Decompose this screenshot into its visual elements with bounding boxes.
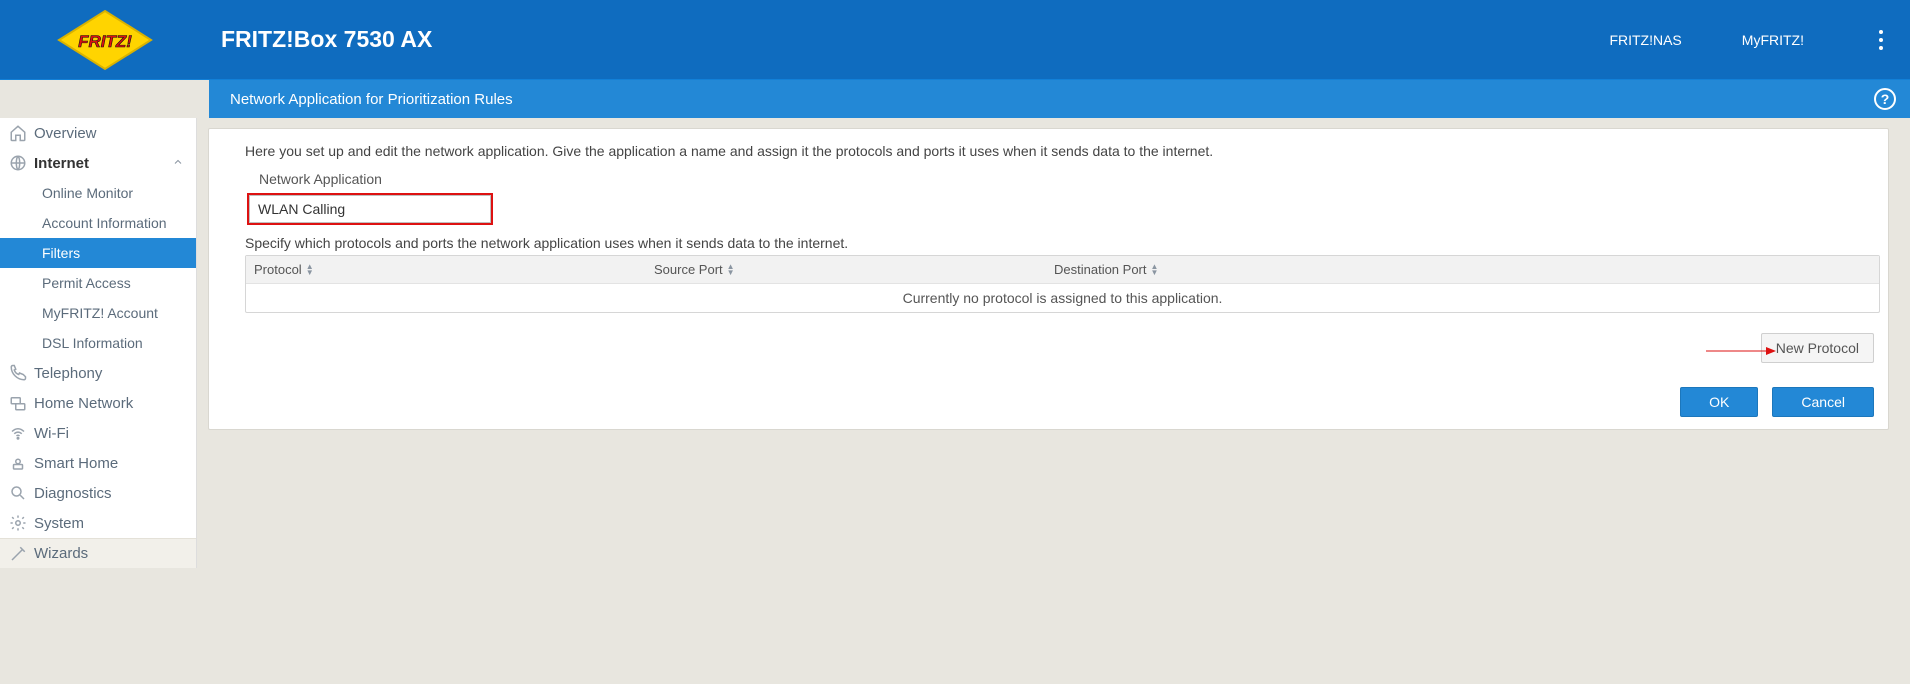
sidebar: Overview Internet Online Monitor Account… bbox=[0, 118, 197, 568]
sidebar-item-internet[interactable]: Internet bbox=[0, 148, 196, 178]
sidebar-item-label: MyFRITZ! Account bbox=[42, 305, 158, 321]
sidebar-item-telephony[interactable]: Telephony bbox=[0, 358, 196, 388]
chevron-up-icon bbox=[172, 155, 184, 172]
sidebar-item-label: Smart Home bbox=[34, 455, 118, 472]
top-nav: FRITZ!NAS MyFRITZ! bbox=[1609, 23, 1910, 57]
sidebar-item-myfritz-account[interactable]: MyFRITZ! Account bbox=[0, 298, 196, 328]
content-pane: Here you set up and edit the network app… bbox=[208, 128, 1889, 430]
smart-home-icon bbox=[8, 453, 28, 473]
sidebar-item-dsl-information[interactable]: DSL Information bbox=[0, 328, 196, 358]
intro-text: Here you set up and edit the network app… bbox=[245, 143, 1874, 159]
col-source-port[interactable]: Source Port ▲▼ bbox=[646, 262, 1046, 277]
sidebar-item-diagnostics[interactable]: Diagnostics bbox=[0, 478, 196, 508]
sidebar-item-label: Online Monitor bbox=[42, 185, 133, 201]
sidebar-item-wifi[interactable]: Wi-Fi bbox=[0, 418, 196, 448]
sidebar-item-label: Internet bbox=[34, 155, 89, 172]
sort-icon: ▲▼ bbox=[1151, 264, 1159, 276]
ok-button[interactable]: OK bbox=[1680, 387, 1758, 417]
sidebar-item-label: Filters bbox=[42, 245, 80, 261]
sidebar-item-system[interactable]: System bbox=[0, 508, 196, 538]
sidebar-item-label: DSL Information bbox=[42, 335, 143, 351]
sidebar-item-label: Diagnostics bbox=[34, 485, 112, 502]
network-application-label: Network Application bbox=[259, 171, 1874, 187]
fritz-logo-icon: FRITZ! bbox=[55, 9, 155, 71]
sidebar-item-label: Permit Access bbox=[42, 275, 131, 291]
network-application-input[interactable] bbox=[249, 195, 491, 223]
sort-icon: ▲▼ bbox=[727, 264, 735, 276]
network-icon bbox=[8, 393, 28, 413]
app-header: FRITZ! FRITZ!Box 7530 AX FRITZ!NAS MyFRI… bbox=[0, 0, 1910, 80]
col-label: Destination Port bbox=[1054, 262, 1147, 277]
col-label: Source Port bbox=[654, 262, 723, 277]
table-empty-row: Currently no protocol is assigned to thi… bbox=[246, 284, 1879, 312]
sidebar-item-overview[interactable]: Overview bbox=[0, 118, 196, 148]
kebab-dot-icon bbox=[1879, 30, 1883, 34]
sidebar-item-label: Wi-Fi bbox=[34, 425, 69, 442]
fritz-logo: FRITZ! bbox=[0, 9, 209, 71]
table-header: Protocol ▲▼ Source Port ▲▼ Destination P… bbox=[246, 256, 1879, 284]
svg-text:FRITZ!: FRITZ! bbox=[78, 32, 132, 51]
diagnostics-icon bbox=[8, 483, 28, 503]
sidebar-item-permit-access[interactable]: Permit Access bbox=[0, 268, 196, 298]
sidebar-item-smart-home[interactable]: Smart Home bbox=[0, 448, 196, 478]
sidebar-item-wizards[interactable]: Wizards bbox=[0, 538, 196, 568]
help-button[interactable]: ? bbox=[1874, 88, 1896, 110]
device-title: FRITZ!Box 7530 AX bbox=[221, 26, 432, 53]
field-highlight bbox=[247, 193, 493, 225]
new-protocol-button[interactable]: New Protocol bbox=[1761, 333, 1874, 363]
nas-link[interactable]: FRITZ!NAS bbox=[1609, 32, 1681, 48]
sidebar-item-account-information[interactable]: Account Information bbox=[0, 208, 196, 238]
sidebar-item-label: Home Network bbox=[34, 395, 133, 412]
sort-icon: ▲▼ bbox=[306, 264, 314, 276]
more-menu-button[interactable] bbox=[1864, 23, 1898, 57]
protocol-table: Protocol ▲▼ Source Port ▲▼ Destination P… bbox=[245, 255, 1880, 313]
globe-icon bbox=[8, 153, 28, 173]
sidebar-item-label: System bbox=[34, 515, 84, 532]
house-icon bbox=[8, 123, 28, 143]
protocol-desc-text: Specify which protocols and ports the ne… bbox=[245, 235, 1874, 251]
col-label: Protocol bbox=[254, 262, 302, 277]
myfritz-link[interactable]: MyFRITZ! bbox=[1742, 32, 1804, 48]
wand-icon bbox=[8, 544, 28, 564]
sidebar-item-online-monitor[interactable]: Online Monitor bbox=[0, 178, 196, 208]
col-protocol[interactable]: Protocol ▲▼ bbox=[246, 262, 646, 277]
sidebar-item-filters[interactable]: Filters bbox=[0, 238, 196, 268]
sidebar-item-label: Account Information bbox=[42, 215, 167, 231]
kebab-dot-icon bbox=[1879, 38, 1883, 42]
kebab-dot-icon bbox=[1879, 46, 1883, 50]
sidebar-item-label: Wizards bbox=[34, 545, 88, 562]
sidebar-item-label: Telephony bbox=[34, 365, 102, 382]
sidebar-item-home-network[interactable]: Home Network bbox=[0, 388, 196, 418]
wifi-icon bbox=[8, 423, 28, 443]
phone-icon bbox=[8, 363, 28, 383]
gear-icon bbox=[8, 513, 28, 533]
cancel-button[interactable]: Cancel bbox=[1772, 387, 1874, 417]
col-destination-port[interactable]: Destination Port ▲▼ bbox=[1046, 262, 1446, 277]
sidebar-item-label: Overview bbox=[34, 125, 97, 142]
page-title: Network Application for Prioritization R… bbox=[230, 91, 513, 108]
page-subheader: Network Application for Prioritization R… bbox=[209, 80, 1910, 118]
